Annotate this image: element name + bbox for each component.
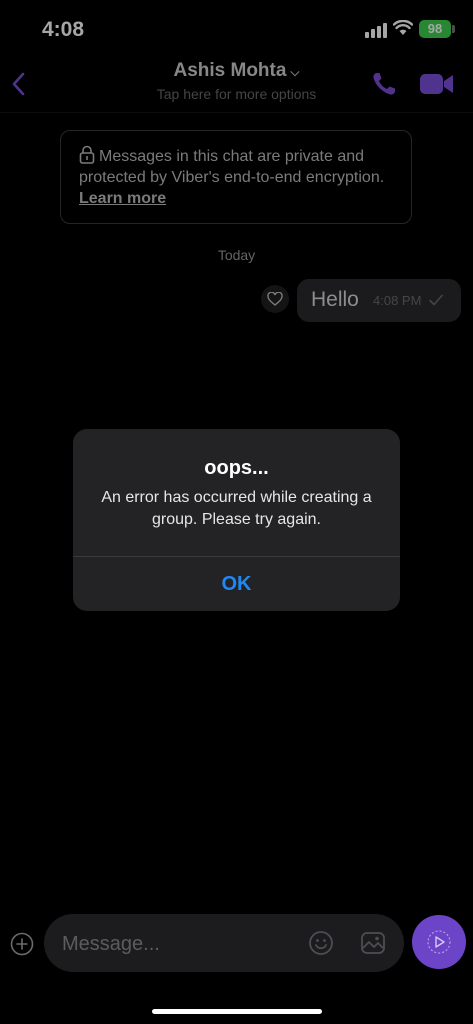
message-composer (44, 914, 404, 974)
message-input[interactable] (60, 914, 304, 974)
home-indicator (152, 1009, 322, 1014)
send-button[interactable] (412, 915, 466, 969)
ok-button[interactable]: OK (73, 557, 400, 611)
add-attachment-button[interactable] (10, 932, 34, 956)
alert-title: oops... (204, 457, 269, 479)
play-icon (427, 930, 451, 954)
alert-message: An error has occurred while creating a g… (101, 489, 372, 528)
error-alert-dialog: oops... An error has occurred while crea… (73, 429, 400, 611)
gallery-icon[interactable] (360, 930, 386, 956)
emoji-button[interactable] (308, 930, 334, 956)
